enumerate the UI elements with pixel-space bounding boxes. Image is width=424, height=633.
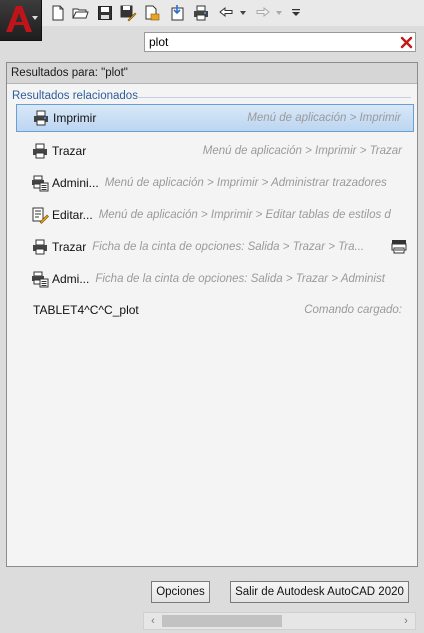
- autocad-logo-icon: [6, 6, 32, 32]
- redo-dropdown-icon[interactable]: [275, 3, 283, 23]
- search-input[interactable]: [147, 34, 401, 50]
- chevron-down-icon: [32, 16, 38, 20]
- result-item-administrar-cinta[interactable]: Admi... Ficha de la cinta de opciones: S…: [16, 265, 414, 293]
- quick-access-toolbar: [0, 0, 424, 41]
- plot-panel-icon: [390, 238, 408, 256]
- result-path: Menú de aplicación > Imprimir > Trazar: [202, 145, 402, 157]
- result-path: Menú de aplicación > Imprimir > Administ…: [104, 177, 387, 189]
- plotter-manager-icon: [31, 174, 49, 192]
- result-path: Ficha de la cinta de opciones: Salida > …: [92, 241, 365, 253]
- plot-icon[interactable]: [191, 3, 211, 23]
- result-label: Trazar: [52, 240, 87, 254]
- printer-icon: [31, 142, 49, 160]
- close-icon[interactable]: [400, 36, 413, 49]
- application-menu-button[interactable]: [0, 0, 42, 41]
- horizontal-scrollbar[interactable]: ‹ ›: [143, 612, 416, 630]
- result-item-trazar-cinta[interactable]: Trazar Ficha de la cinta de opciones: Sa…: [16, 233, 414, 261]
- result-path: Menú de aplicación > Imprimir: [247, 112, 401, 124]
- scroll-left-icon[interactable]: ‹: [146, 615, 160, 627]
- new-icon[interactable]: [48, 3, 68, 23]
- save-to-web-icon[interactable]: [167, 3, 187, 23]
- save-icon[interactable]: [95, 3, 115, 23]
- result-path: Ficha de la cinta de opciones: Salida > …: [95, 273, 385, 285]
- result-label: Admi...: [52, 272, 90, 286]
- result-item-editar-tablas[interactable]: Editar... Menú de aplicación > Imprimir …: [16, 201, 414, 229]
- result-label: TABLET4^C^C_plot: [33, 303, 139, 317]
- results-header: Resultados para: "plot": [7, 63, 417, 84]
- search-results-panel: Resultados para: "plot" Resultados relac…: [6, 62, 418, 567]
- result-item-tablet-command[interactable]: TABLET4^C^C_plot Comando cargado:: [16, 296, 414, 324]
- search-box: [144, 32, 416, 52]
- options-button[interactable]: Opciones: [151, 581, 210, 603]
- result-label: Editar...: [52, 208, 93, 222]
- result-item-imprimir[interactable]: Imprimir Menú de aplicación > Imprimir: [16, 104, 414, 132]
- undo-dropdown-icon[interactable]: [239, 3, 247, 23]
- result-item-administrar-trazadores[interactable]: Admini... Menú de aplicación > Imprimir …: [16, 169, 414, 197]
- save-as-icon[interactable]: [118, 3, 138, 23]
- result-label: Imprimir: [53, 111, 97, 125]
- result-path: Menú de aplicación > Imprimir > Editar t…: [98, 209, 391, 221]
- printer-icon: [32, 109, 50, 127]
- result-path: Comando cargado:: [304, 304, 402, 316]
- result-item-trazar[interactable]: Trazar Menú de aplicación > Imprimir > T…: [16, 137, 414, 165]
- section-title: Resultados relacionados: [12, 90, 138, 102]
- result-label: Trazar: [52, 144, 87, 158]
- plotter-manager-icon: [31, 270, 49, 288]
- open-icon[interactable]: [70, 3, 90, 23]
- customize-icon[interactable]: [286, 3, 306, 23]
- redo-icon[interactable]: [252, 3, 272, 23]
- scrollbar-thumb[interactable]: [162, 615, 282, 627]
- exit-autocad-button[interactable]: Salir de Autodesk AutoCAD 2020: [230, 581, 409, 603]
- result-label: Admini...: [52, 176, 99, 190]
- scroll-right-icon[interactable]: ›: [399, 615, 413, 627]
- edit-plot-style-icon: [31, 206, 49, 224]
- undo-icon[interactable]: [217, 3, 237, 23]
- section-divider: [137, 97, 411, 98]
- open-from-web-icon[interactable]: [142, 3, 162, 23]
- printer-icon: [31, 238, 49, 256]
